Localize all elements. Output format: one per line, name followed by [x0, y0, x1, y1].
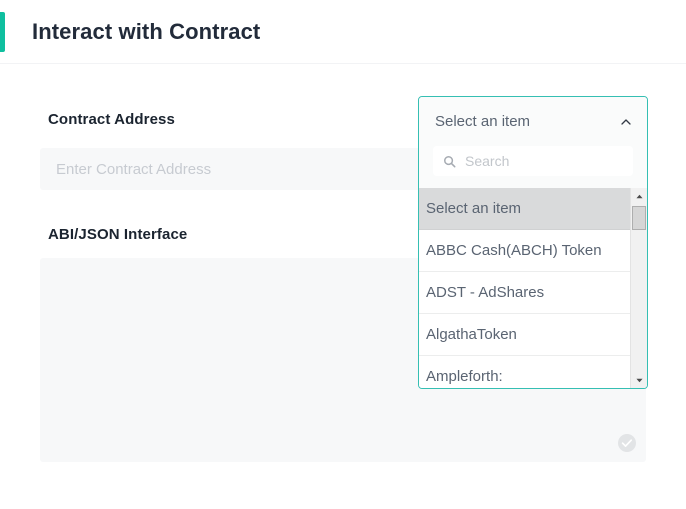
- caret-down-icon[interactable]: [631, 372, 647, 388]
- page-header: Interact with Contract: [0, 0, 686, 64]
- contract-address-label: Contract Address: [48, 111, 175, 128]
- list-item[interactable]: AlgathaToken: [419, 314, 630, 356]
- header-accent-bar: [0, 12, 5, 52]
- dropdown-search-row: [419, 146, 647, 188]
- dropdown-scrollbar[interactable]: [630, 188, 647, 388]
- dropdown-selected-label: Select an item: [435, 113, 531, 130]
- caret-up-icon[interactable]: [631, 188, 647, 204]
- chevron-up-icon[interactable]: [619, 115, 633, 129]
- list-item[interactable]: ABBC Cash(ABCH) Token: [419, 230, 630, 272]
- search-icon: [443, 155, 456, 168]
- abi-interface-label: ABI/JSON Interface: [48, 226, 188, 243]
- list-item[interactable]: ADST - AdShares: [419, 272, 630, 314]
- page-title: Interact with Contract: [32, 19, 261, 44]
- check-circle-icon: [618, 434, 636, 452]
- scroll-thumb[interactable]: [632, 206, 646, 230]
- dropdown-search-input[interactable]: [463, 152, 623, 170]
- list-item[interactable]: Select an item: [419, 188, 630, 230]
- dropdown-search-box[interactable]: [433, 146, 633, 176]
- list-item[interactable]: Ampleforth:: [419, 356, 630, 388]
- dropdown-option-list[interactable]: Select an item ABBC Cash(ABCH) Token ADS…: [419, 188, 630, 388]
- token-select-dropdown[interactable]: Select an item Select an item ABBC Cash(…: [418, 96, 648, 389]
- dropdown-list-wrap: Select an item ABBC Cash(ABCH) Token ADS…: [419, 188, 647, 388]
- dropdown-toggle[interactable]: Select an item: [419, 97, 647, 146]
